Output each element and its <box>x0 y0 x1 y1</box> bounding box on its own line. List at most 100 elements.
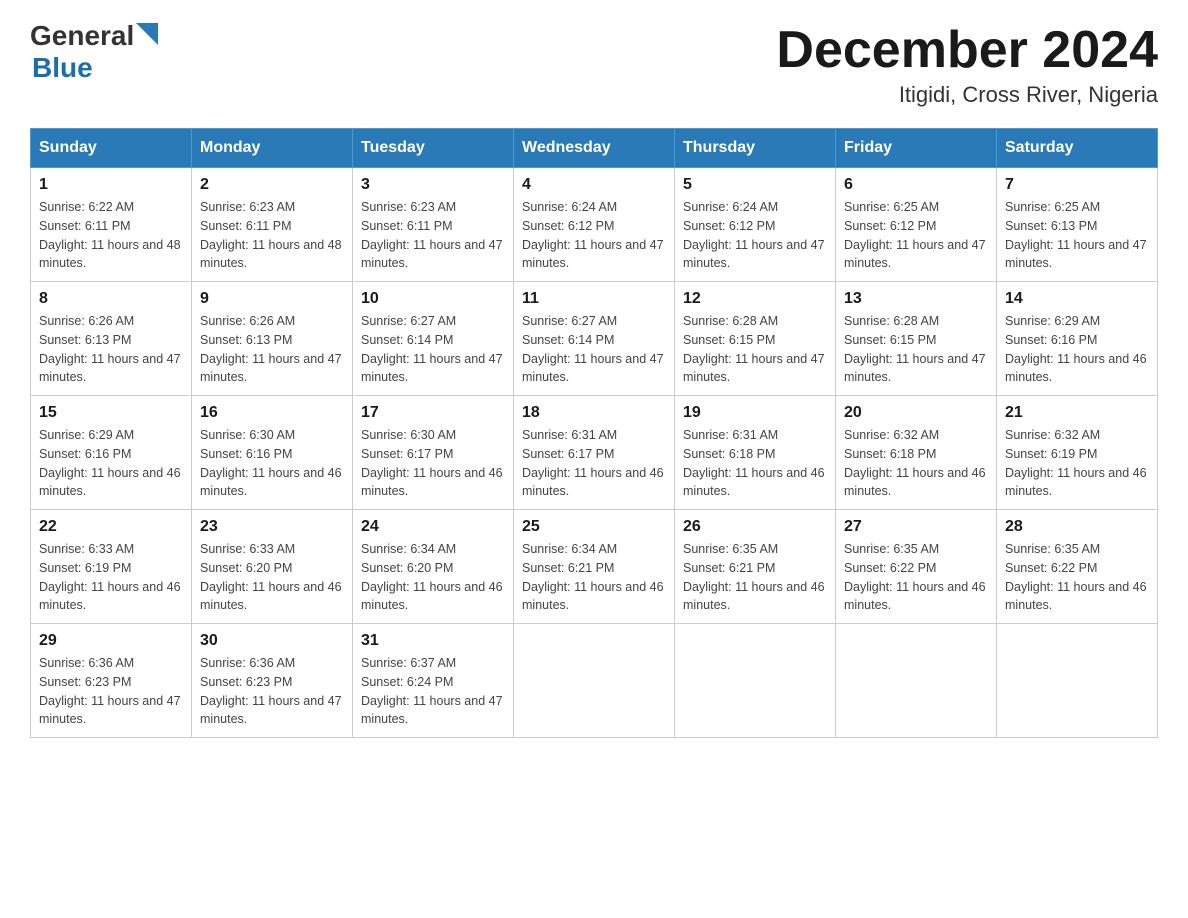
table-row: 18 Sunrise: 6:31 AM Sunset: 6:17 PM Dayl… <box>514 396 675 510</box>
day-info: Sunrise: 6:32 AM Sunset: 6:19 PM Dayligh… <box>1005 426 1149 501</box>
day-info: Sunrise: 6:25 AM Sunset: 6:13 PM Dayligh… <box>1005 198 1149 273</box>
day-number: 14 <box>1005 290 1149 308</box>
table-row: 6 Sunrise: 6:25 AM Sunset: 6:12 PM Dayli… <box>836 168 997 282</box>
day-info: Sunrise: 6:27 AM Sunset: 6:14 PM Dayligh… <box>522 312 666 387</box>
calendar-week-row: 8 Sunrise: 6:26 AM Sunset: 6:13 PM Dayli… <box>31 282 1158 396</box>
day-number: 7 <box>1005 176 1149 194</box>
day-number: 20 <box>844 404 988 422</box>
day-info: Sunrise: 6:26 AM Sunset: 6:13 PM Dayligh… <box>200 312 344 387</box>
table-row: 27 Sunrise: 6:35 AM Sunset: 6:22 PM Dayl… <box>836 510 997 624</box>
table-row <box>836 624 997 738</box>
day-number: 12 <box>683 290 827 308</box>
day-number: 13 <box>844 290 988 308</box>
day-info: Sunrise: 6:35 AM Sunset: 6:21 PM Dayligh… <box>683 540 827 615</box>
day-info: Sunrise: 6:36 AM Sunset: 6:23 PM Dayligh… <box>200 654 344 729</box>
day-info: Sunrise: 6:33 AM Sunset: 6:19 PM Dayligh… <box>39 540 183 615</box>
day-info: Sunrise: 6:31 AM Sunset: 6:18 PM Dayligh… <box>683 426 827 501</box>
day-info: Sunrise: 6:32 AM Sunset: 6:18 PM Dayligh… <box>844 426 988 501</box>
day-info: Sunrise: 6:30 AM Sunset: 6:17 PM Dayligh… <box>361 426 505 501</box>
table-row: 11 Sunrise: 6:27 AM Sunset: 6:14 PM Dayl… <box>514 282 675 396</box>
day-number: 21 <box>1005 404 1149 422</box>
day-info: Sunrise: 6:29 AM Sunset: 6:16 PM Dayligh… <box>1005 312 1149 387</box>
day-number: 1 <box>39 176 183 194</box>
col-monday: Monday <box>192 129 353 168</box>
day-number: 25 <box>522 518 666 536</box>
day-info: Sunrise: 6:36 AM Sunset: 6:23 PM Dayligh… <box>39 654 183 729</box>
day-info: Sunrise: 6:35 AM Sunset: 6:22 PM Dayligh… <box>844 540 988 615</box>
day-number: 8 <box>39 290 183 308</box>
calendar-location: Itigidi, Cross River, Nigeria <box>899 82 1158 108</box>
table-row: 19 Sunrise: 6:31 AM Sunset: 6:18 PM Dayl… <box>675 396 836 510</box>
day-info: Sunrise: 6:26 AM Sunset: 6:13 PM Dayligh… <box>39 312 183 387</box>
day-number: 17 <box>361 404 505 422</box>
title-block: December 2024 Itigidi, Cross River, Nige… <box>776 20 1158 108</box>
table-row: 20 Sunrise: 6:32 AM Sunset: 6:18 PM Dayl… <box>836 396 997 510</box>
col-thursday: Thursday <box>675 129 836 168</box>
table-row: 15 Sunrise: 6:29 AM Sunset: 6:16 PM Dayl… <box>31 396 192 510</box>
table-row: 16 Sunrise: 6:30 AM Sunset: 6:16 PM Dayl… <box>192 396 353 510</box>
table-row: 31 Sunrise: 6:37 AM Sunset: 6:24 PM Dayl… <box>353 624 514 738</box>
table-row <box>675 624 836 738</box>
calendar-week-row: 1 Sunrise: 6:22 AM Sunset: 6:11 PM Dayli… <box>31 168 1158 282</box>
table-row: 25 Sunrise: 6:34 AM Sunset: 6:21 PM Dayl… <box>514 510 675 624</box>
calendar-week-row: 22 Sunrise: 6:33 AM Sunset: 6:19 PM Dayl… <box>31 510 1158 624</box>
table-row: 17 Sunrise: 6:30 AM Sunset: 6:17 PM Dayl… <box>353 396 514 510</box>
table-row: 5 Sunrise: 6:24 AM Sunset: 6:12 PM Dayli… <box>675 168 836 282</box>
day-info: Sunrise: 6:23 AM Sunset: 6:11 PM Dayligh… <box>200 198 344 273</box>
table-row: 1 Sunrise: 6:22 AM Sunset: 6:11 PM Dayli… <box>31 168 192 282</box>
calendar-week-row: 15 Sunrise: 6:29 AM Sunset: 6:16 PM Dayl… <box>31 396 1158 510</box>
calendar-week-row: 29 Sunrise: 6:36 AM Sunset: 6:23 PM Dayl… <box>31 624 1158 738</box>
logo-blue-text: Blue <box>32 52 93 83</box>
day-number: 24 <box>361 518 505 536</box>
day-info: Sunrise: 6:27 AM Sunset: 6:14 PM Dayligh… <box>361 312 505 387</box>
day-number: 10 <box>361 290 505 308</box>
col-friday: Friday <box>836 129 997 168</box>
day-number: 26 <box>683 518 827 536</box>
day-number: 19 <box>683 404 827 422</box>
table-row: 3 Sunrise: 6:23 AM Sunset: 6:11 PM Dayli… <box>353 168 514 282</box>
day-number: 5 <box>683 176 827 194</box>
day-info: Sunrise: 6:29 AM Sunset: 6:16 PM Dayligh… <box>39 426 183 501</box>
day-info: Sunrise: 6:22 AM Sunset: 6:11 PM Dayligh… <box>39 198 183 273</box>
page-header: General Blue December 2024 Itigidi, Cros… <box>30 20 1158 108</box>
day-number: 4 <box>522 176 666 194</box>
table-row: 4 Sunrise: 6:24 AM Sunset: 6:12 PM Dayli… <box>514 168 675 282</box>
calendar-table: Sunday Monday Tuesday Wednesday Thursday… <box>30 128 1158 738</box>
table-row: 12 Sunrise: 6:28 AM Sunset: 6:15 PM Dayl… <box>675 282 836 396</box>
col-sunday: Sunday <box>31 129 192 168</box>
day-number: 27 <box>844 518 988 536</box>
table-row: 22 Sunrise: 6:33 AM Sunset: 6:19 PM Dayl… <box>31 510 192 624</box>
day-info: Sunrise: 6:33 AM Sunset: 6:20 PM Dayligh… <box>200 540 344 615</box>
col-saturday: Saturday <box>997 129 1158 168</box>
day-number: 29 <box>39 632 183 650</box>
table-row: 28 Sunrise: 6:35 AM Sunset: 6:22 PM Dayl… <box>997 510 1158 624</box>
col-wednesday: Wednesday <box>514 129 675 168</box>
col-tuesday: Tuesday <box>353 129 514 168</box>
table-row: 23 Sunrise: 6:33 AM Sunset: 6:20 PM Dayl… <box>192 510 353 624</box>
day-info: Sunrise: 6:30 AM Sunset: 6:16 PM Dayligh… <box>200 426 344 501</box>
day-number: 30 <box>200 632 344 650</box>
table-row: 8 Sunrise: 6:26 AM Sunset: 6:13 PM Dayli… <box>31 282 192 396</box>
table-row: 14 Sunrise: 6:29 AM Sunset: 6:16 PM Dayl… <box>997 282 1158 396</box>
day-number: 15 <box>39 404 183 422</box>
calendar-header-row: Sunday Monday Tuesday Wednesday Thursday… <box>31 129 1158 168</box>
day-number: 23 <box>200 518 344 536</box>
day-info: Sunrise: 6:25 AM Sunset: 6:12 PM Dayligh… <box>844 198 988 273</box>
table-row <box>997 624 1158 738</box>
day-info: Sunrise: 6:28 AM Sunset: 6:15 PM Dayligh… <box>683 312 827 387</box>
day-info: Sunrise: 6:34 AM Sunset: 6:20 PM Dayligh… <box>361 540 505 615</box>
day-number: 28 <box>1005 518 1149 536</box>
day-info: Sunrise: 6:31 AM Sunset: 6:17 PM Dayligh… <box>522 426 666 501</box>
day-number: 18 <box>522 404 666 422</box>
table-row: 9 Sunrise: 6:26 AM Sunset: 6:13 PM Dayli… <box>192 282 353 396</box>
day-info: Sunrise: 6:34 AM Sunset: 6:21 PM Dayligh… <box>522 540 666 615</box>
table-row: 13 Sunrise: 6:28 AM Sunset: 6:15 PM Dayl… <box>836 282 997 396</box>
logo-general-text: General <box>30 20 134 52</box>
day-number: 9 <box>200 290 344 308</box>
table-row: 10 Sunrise: 6:27 AM Sunset: 6:14 PM Dayl… <box>353 282 514 396</box>
logo-arrow-icon <box>136 23 158 45</box>
day-info: Sunrise: 6:23 AM Sunset: 6:11 PM Dayligh… <box>361 198 505 273</box>
day-number: 31 <box>361 632 505 650</box>
table-row <box>514 624 675 738</box>
day-info: Sunrise: 6:24 AM Sunset: 6:12 PM Dayligh… <box>683 198 827 273</box>
